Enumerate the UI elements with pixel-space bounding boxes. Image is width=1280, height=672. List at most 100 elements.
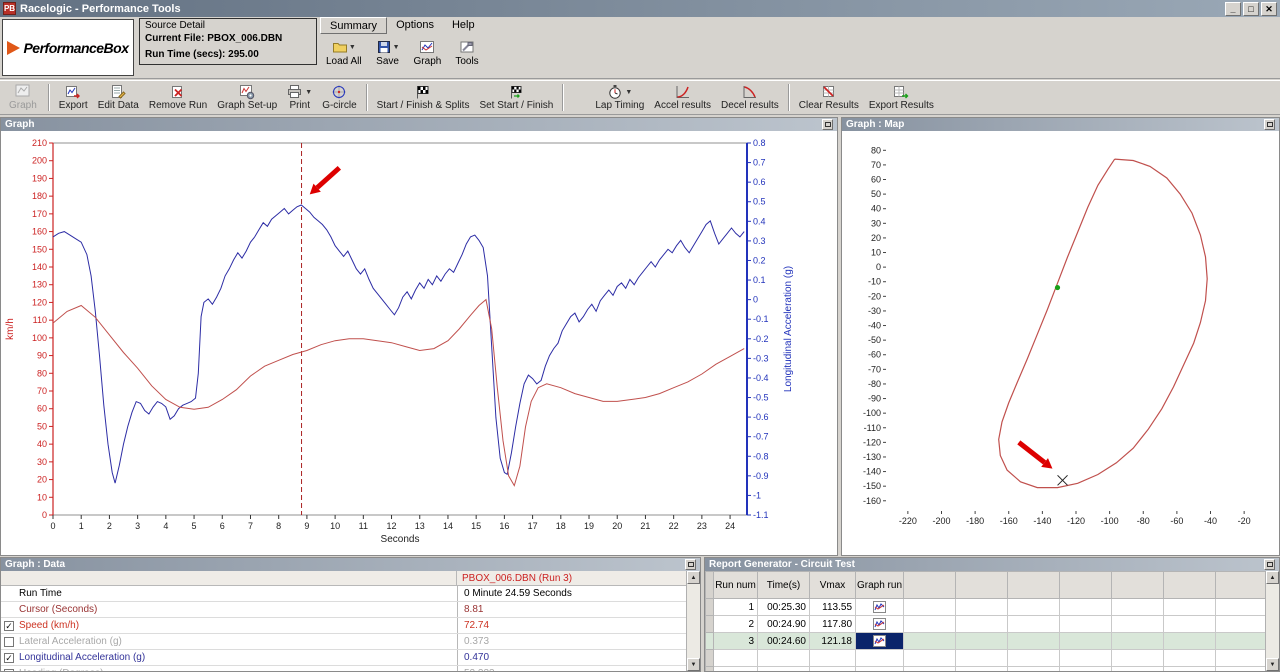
svg-text:0.3: 0.3 bbox=[753, 236, 766, 246]
panel-menu-button[interactable] bbox=[822, 119, 833, 130]
lap-timing-button[interactable]: ▼ Lap Timing bbox=[590, 82, 649, 113]
svg-text:-200: -200 bbox=[932, 516, 950, 526]
export-results-icon bbox=[893, 84, 909, 100]
print-button[interactable]: ▼ Print bbox=[282, 82, 317, 113]
graph-setup-button[interactable]: Graph Set-up bbox=[212, 82, 282, 113]
panel-menu-button[interactable] bbox=[1264, 559, 1275, 570]
report-row[interactable]: 2 00:24.90 117.80 bbox=[706, 616, 1268, 633]
maximize-button[interactable]: □ bbox=[1243, 2, 1259, 16]
data-row-label: Heading (Degrees) bbox=[17, 668, 457, 672]
graph-label: Graph bbox=[414, 56, 442, 67]
col-vmax[interactable]: Vmax bbox=[810, 572, 856, 599]
decel-curve-icon bbox=[742, 84, 758, 100]
menu-help[interactable]: Help bbox=[443, 17, 484, 34]
svg-text:-40: -40 bbox=[868, 321, 881, 331]
accel-curve-icon bbox=[675, 84, 691, 100]
row-checkbox[interactable]: ✓ bbox=[4, 621, 14, 631]
dropdown-arrow-icon[interactable]: ▼ bbox=[393, 44, 400, 51]
scroll-up-icon[interactable]: ▲ bbox=[687, 571, 700, 584]
set-start-finish-button[interactable]: Set Start / Finish bbox=[474, 82, 558, 113]
svg-text:0.8: 0.8 bbox=[753, 138, 766, 148]
svg-text:40: 40 bbox=[871, 204, 881, 214]
svg-text:0.5: 0.5 bbox=[753, 197, 766, 207]
menu-summary[interactable]: Summary bbox=[320, 17, 387, 34]
decel-results-button[interactable]: Decel results bbox=[716, 82, 784, 113]
scroll-down-icon[interactable]: ▼ bbox=[687, 658, 700, 671]
graph-run-cell[interactable] bbox=[856, 616, 904, 633]
graph-setup-label: Graph Set-up bbox=[217, 100, 277, 111]
data-scrollbar[interactable]: ▲ ▼ bbox=[686, 571, 700, 671]
checkered-flag-icon bbox=[415, 84, 431, 100]
export-label: Export bbox=[59, 100, 88, 111]
g-circle-button[interactable]: G-circle bbox=[317, 82, 361, 113]
report-scrollbar[interactable]: ▲ ▼ bbox=[1265, 571, 1279, 671]
data-row-value: 52.233 bbox=[457, 666, 700, 672]
svg-text:18: 18 bbox=[556, 521, 566, 531]
g-circle-label: G-circle bbox=[322, 100, 356, 111]
data-row-speed[interactable]: ✓ Speed (km/h) 72.74 bbox=[1, 618, 700, 634]
svg-text:140: 140 bbox=[32, 262, 47, 272]
remove-run-button[interactable]: Remove Run bbox=[144, 82, 212, 113]
svg-text:30: 30 bbox=[871, 218, 881, 228]
svg-text:90: 90 bbox=[37, 351, 47, 361]
track-map-chart[interactable]: -160-150-140-130-120-110-100-90-80-70-60… bbox=[842, 131, 1279, 555]
svg-text:10: 10 bbox=[871, 248, 881, 258]
export-button[interactable]: Export bbox=[54, 82, 93, 113]
scroll-down-icon[interactable]: ▼ bbox=[1266, 658, 1279, 671]
data-row-run-time[interactable]: Run Time 0 Minute 24.59 Seconds bbox=[1, 586, 700, 602]
data-column-header[interactable]: PBOX_006.DBN (Run 3) bbox=[457, 571, 700, 585]
close-button[interactable]: ✕ bbox=[1261, 2, 1277, 16]
svg-text:-120: -120 bbox=[863, 437, 881, 447]
report-row[interactable]: 3 00:24.60 121.18 bbox=[706, 633, 1268, 650]
col-time[interactable]: Time(s) bbox=[758, 572, 810, 599]
clear-results-button[interactable]: Clear Results bbox=[794, 82, 864, 113]
svg-text:0: 0 bbox=[50, 521, 55, 531]
graph-run-cell[interactable] bbox=[856, 599, 904, 616]
start-finish-splits-button[interactable]: Start / Finish & Splits bbox=[372, 82, 475, 113]
col-run-num[interactable]: Run num bbox=[714, 572, 758, 599]
menu-options[interactable]: Options bbox=[387, 17, 443, 34]
graph-run-icon bbox=[873, 618, 886, 630]
svg-text:km/h: km/h bbox=[5, 318, 16, 340]
svg-text:0.7: 0.7 bbox=[753, 158, 766, 168]
run-num-cell: 2 bbox=[714, 616, 758, 633]
minimize-button[interactable]: _ bbox=[1225, 2, 1241, 16]
edit-data-button[interactable]: Edit Data bbox=[93, 82, 144, 113]
edit-data-icon bbox=[110, 84, 126, 100]
tools-icon bbox=[459, 39, 475, 55]
data-row-lateral-accel[interactable]: Lateral Acceleration (g) 0.373 bbox=[1, 634, 700, 650]
save-button[interactable]: ▼ Save bbox=[372, 36, 404, 69]
graph-button[interactable]: Graph bbox=[410, 36, 446, 69]
accel-results-button[interactable]: Accel results bbox=[649, 82, 716, 113]
svg-text:0.4: 0.4 bbox=[753, 216, 766, 226]
export-icon bbox=[65, 84, 81, 100]
load-all-button[interactable]: ▼ Load All bbox=[322, 36, 366, 69]
export-results-button[interactable]: Export Results bbox=[864, 82, 939, 113]
tools-button[interactable]: Tools bbox=[451, 36, 482, 69]
svg-text:-220: -220 bbox=[899, 516, 917, 526]
panel-menu-button[interactable] bbox=[685, 559, 696, 570]
svg-text:7: 7 bbox=[248, 521, 253, 531]
row-checkbox[interactable] bbox=[4, 669, 14, 672]
dropdown-arrow-icon[interactable]: ▼ bbox=[305, 89, 312, 96]
row-checkbox[interactable]: ✓ bbox=[4, 653, 14, 663]
dropdown-arrow-icon[interactable]: ▼ bbox=[349, 44, 356, 51]
report-row[interactable]: 1 00:25.30 113.55 bbox=[706, 599, 1268, 616]
dropdown-arrow-icon[interactable]: ▼ bbox=[625, 89, 632, 96]
data-row-longitudinal-accel[interactable]: ✓ Longitudinal Acceleration (g) 0.470 bbox=[1, 650, 700, 666]
position-marker bbox=[1055, 285, 1060, 290]
data-row-heading[interactable]: Heading (Degrees) 52.233 bbox=[1, 666, 700, 672]
row-checkbox[interactable] bbox=[4, 637, 14, 647]
graph-run-cell[interactable] bbox=[856, 633, 904, 650]
report-panel-titlebar: Report Generator - Circuit Test bbox=[705, 558, 1279, 571]
data-row-cursor[interactable]: Cursor (Seconds) 8.81 bbox=[1, 602, 700, 618]
data-table-header: PBOX_006.DBN (Run 3) bbox=[1, 571, 700, 586]
data-row-label: Lateral Acceleration (g) bbox=[17, 636, 457, 647]
col-graph-run[interactable]: Graph run bbox=[856, 572, 904, 599]
speed-accel-chart[interactable]: 0102030405060708090100110120130140150160… bbox=[1, 131, 837, 555]
panel-menu-button[interactable] bbox=[1264, 119, 1275, 130]
scroll-up-icon[interactable]: ▲ bbox=[1266, 571, 1279, 584]
graph-panel: Graph 0102030405060708090100110120130140… bbox=[0, 117, 838, 556]
svg-text:-0.6: -0.6 bbox=[753, 412, 769, 422]
svg-text:-180: -180 bbox=[966, 516, 984, 526]
